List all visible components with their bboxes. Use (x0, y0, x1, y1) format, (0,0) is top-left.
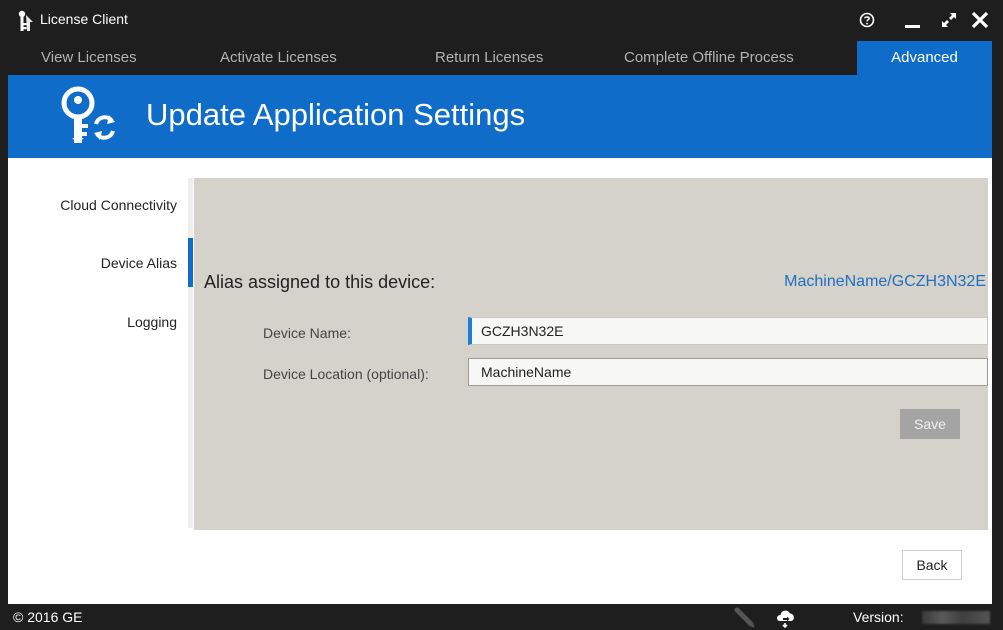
tab-bar: View Licenses Activate Licenses Return L… (0, 41, 1003, 75)
device-location-input[interactable] (468, 358, 988, 386)
tab-return-licenses[interactable]: Return Licenses (435, 41, 543, 75)
window-right-border (992, 0, 1003, 630)
tab-complete-offline-process[interactable]: Complete Offline Process (624, 41, 794, 75)
window-left-border (0, 0, 8, 630)
tab-activate-licenses[interactable]: Activate Licenses (220, 41, 337, 75)
window-title: License Client (40, 11, 128, 27)
back-button[interactable]: Back (902, 550, 962, 580)
key-refresh-icon (61, 86, 115, 143)
alias-value: MachineName/GCZH3N32E (784, 273, 986, 290)
sidenav-track (188, 178, 193, 528)
minimize-icon (905, 25, 920, 28)
settings-sidenav: Cloud Connectivity Device Alias Logging (8, 178, 194, 538)
save-button[interactable]: Save (900, 409, 960, 439)
device-name-input[interactable] (468, 317, 988, 345)
version-value (922, 611, 990, 624)
sidenav-item-device-alias[interactable]: Device Alias (101, 255, 177, 271)
help-button[interactable] (856, 2, 878, 38)
tab-advanced[interactable]: Advanced (857, 41, 992, 75)
page-header: Update Application Settings (8, 75, 992, 158)
close-icon (971, 11, 989, 29)
maximize-icon (942, 13, 956, 27)
connection-plug-icon (734, 607, 755, 628)
cloud-sync-icon (777, 610, 794, 628)
close-button[interactable] (966, 2, 994, 38)
device-location-label: Device Location (optional): (263, 366, 429, 382)
license-client-window: License Client View Licenses Activate Li… (0, 0, 1003, 630)
tab-view-licenses[interactable]: View Licenses (41, 41, 137, 75)
minimize-button[interactable] (900, 2, 926, 38)
alias-heading: Alias assigned to this device: (204, 272, 436, 292)
sidenav-item-logging[interactable]: Logging (127, 314, 177, 330)
sidenav-item-cloud-connectivity[interactable]: Cloud Connectivity (60, 197, 177, 213)
license-client-logo-icon (18, 10, 33, 31)
maximize-button[interactable] (935, 2, 963, 38)
sidenav-selected-indicator (188, 238, 193, 287)
device-alias-panel: Alias assigned to this device: MachineNa… (194, 178, 988, 530)
copyright-text: © 2016 GE (13, 609, 83, 625)
status-bar: © 2016 GE Version: (0, 604, 1003, 630)
device-name-label: Device Name: (263, 325, 351, 341)
version-label: Version: (853, 609, 904, 625)
help-icon (859, 12, 875, 28)
page-title: Update Application Settings (146, 97, 526, 132)
title-bar: License Client (0, 0, 1003, 41)
